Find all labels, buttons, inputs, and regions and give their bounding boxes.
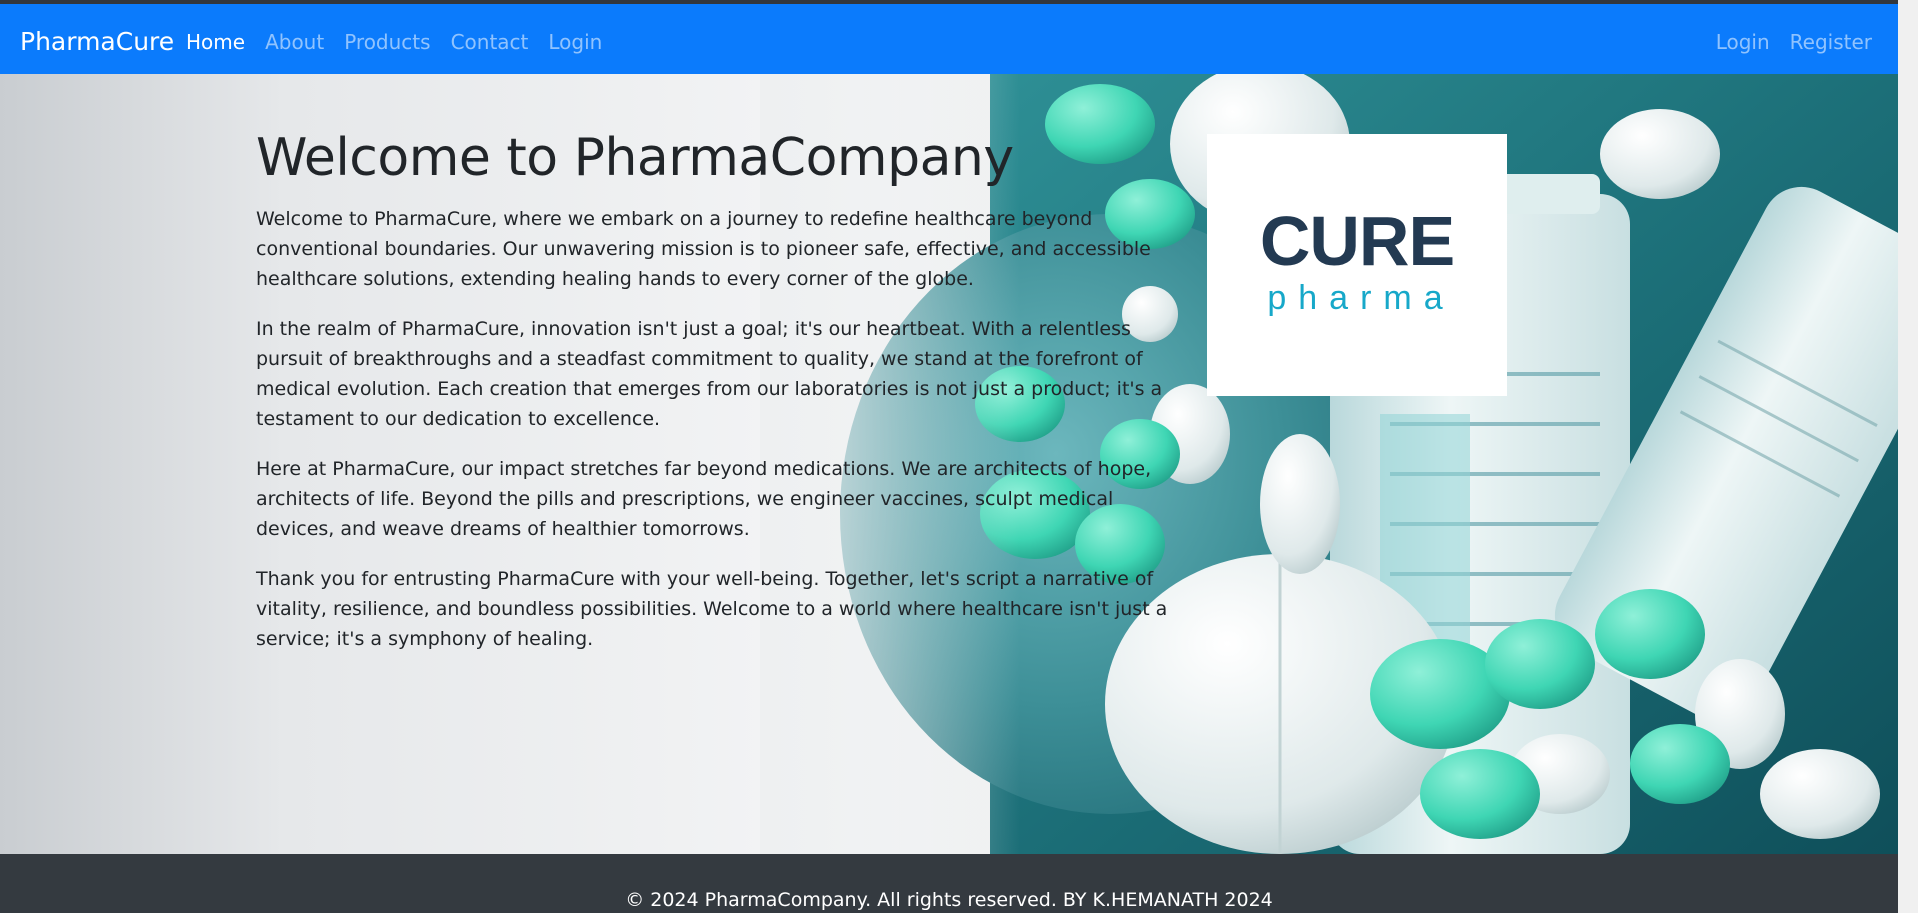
- navbar-brand[interactable]: PharmaCure: [20, 26, 174, 58]
- hero-text-block: Welcome to PharmaCompany Welcome to Phar…: [256, 126, 1176, 674]
- hero-section: Welcome to PharmaCompany Welcome to Phar…: [0, 74, 1898, 854]
- nav-link-contact[interactable]: Contact: [451, 28, 529, 56]
- nav-link-products[interactable]: Products: [344, 28, 430, 56]
- hero-paragraph: In the realm of PharmaCure, innovation i…: [256, 318, 1163, 430]
- footer-copyright: © 2024 PharmaCompany. All rights reserve…: [625, 889, 1273, 911]
- hero-paragraph: Here at PharmaCure, our impact stretches…: [256, 458, 1152, 540]
- hero-paragraph: Welcome to PharmaCure, where we embark o…: [256, 208, 1151, 290]
- logo-main-text: CURE: [1259, 202, 1455, 280]
- nav-link-about[interactable]: About: [265, 28, 324, 56]
- cure-pharma-logo: CURE pharma: [1207, 134, 1507, 396]
- navbar: PharmaCure Home About Products Contact L…: [0, 4, 1898, 74]
- logo-sub-text: pharma: [1267, 279, 1455, 317]
- footer: © 2024 PharmaCompany. All rights reserve…: [0, 854, 1898, 913]
- nav-link-login[interactable]: Login: [548, 28, 602, 56]
- vertical-scrollbar[interactable]: [1898, 0, 1918, 913]
- nav-right-register[interactable]: Register: [1790, 28, 1872, 56]
- nav-links-right: Login Register: [1716, 28, 1872, 56]
- hero-paragraph: Thank you for entrusting PharmaCure with…: [256, 568, 1168, 650]
- page: PharmaCure Home About Products Contact L…: [0, 0, 1918, 913]
- nav-links: Home About Products Contact Login: [186, 28, 602, 56]
- nav-right-login[interactable]: Login: [1716, 28, 1770, 56]
- nav-link-home[interactable]: Home: [186, 28, 245, 56]
- hero-title: Welcome to PharmaCompany: [256, 128, 1014, 188]
